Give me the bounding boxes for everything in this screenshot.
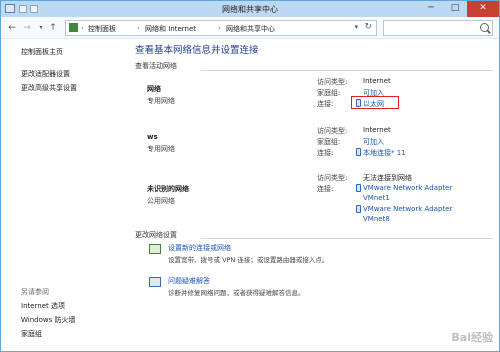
network-adapter-icon <box>356 148 361 156</box>
refresh-icon[interactable]: ↻ <box>364 22 372 32</box>
connection-label: 连接: <box>317 149 334 157</box>
access-type-label: 访问类型: <box>317 127 348 135</box>
watermark: Bai经验 <box>451 331 493 344</box>
see-also-label: 另请参阅 <box>21 288 49 296</box>
change-settings-label: 更改网络设置 <box>135 231 177 239</box>
sidebar-item-advanced-sharing[interactable]: 更改高级共享设置 <box>21 83 77 93</box>
vmnet1-link[interactable]: VMware Network Adapter <box>363 184 452 192</box>
window: 网络和共享中心 ─ □ ✕ ← → ▾ ↑ › 控制面板 › 网络和 Inter… <box>0 0 500 352</box>
active-networks-label: 查看活动网络 <box>135 62 177 70</box>
divider <box>201 70 493 71</box>
recent-locations-button[interactable]: ▾ <box>35 22 47 34</box>
vmnet8-link[interactable]: VMware Network Adapter <box>363 205 452 213</box>
page-title: 查看基本网络信息并设置连接 <box>135 45 259 56</box>
sidebar-item-control-panel-home[interactable]: 控制面板主页 <box>21 47 63 57</box>
troubleshoot-link[interactable]: 问题疑难解答 <box>168 276 210 286</box>
control-panel-icon <box>69 23 78 32</box>
network-type: 专用网络 <box>147 145 175 153</box>
divider <box>201 238 493 239</box>
network-adapter-icon <box>356 184 361 192</box>
network-name: 未识别的网络 <box>147 185 189 193</box>
access-type-label: 访问类型: <box>317 78 348 86</box>
see-also-windows-firewall[interactable]: Windows 防火墙 <box>21 315 75 325</box>
access-type-value: Internet <box>363 77 391 85</box>
setup-connection-link[interactable]: 设置新的连接或网络 <box>168 243 231 253</box>
local-connection-link[interactable]: 本地连接* 11 <box>363 148 406 158</box>
breadcrumb-separator: › <box>218 24 221 32</box>
troubleshoot-description: 诊断并修复网络问题，或者获得疑难解答信息。 <box>168 289 305 297</box>
close-button[interactable]: ✕ <box>467 1 499 17</box>
access-type-label: 访问类型: <box>317 174 348 182</box>
address-toolbar: ← → ▾ ↑ › 控制面板 › 网络和 Internet › 网络和共享中心 … <box>1 17 499 39</box>
access-type-value: Internet <box>363 126 391 134</box>
network-name: 网络 <box>147 85 161 93</box>
breadcrumb-network-internet[interactable]: 网络和 Internet <box>145 24 196 34</box>
up-button[interactable]: ↑ <box>47 22 59 34</box>
troubleshoot-icon <box>149 277 161 287</box>
main-content: 查看基本网络信息并设置连接 查看活动网络 网络 专用网络 访问类型: Inter… <box>121 39 497 351</box>
access-type-value: 无法连接到网络 <box>363 174 412 182</box>
forward-button[interactable]: → <box>21 22 33 34</box>
breadcrumb-sharing-center[interactable]: 网络和共享中心 <box>226 24 275 34</box>
network-name: ws <box>147 133 158 141</box>
homegroup-label: 家庭组: <box>317 89 341 97</box>
connection-label: 连接: <box>317 100 334 108</box>
network-type: 专用网络 <box>147 97 175 105</box>
see-also-internet-options[interactable]: Internet 选项 <box>21 301 65 311</box>
breadcrumb-separator: › <box>81 24 84 32</box>
annotation-highlight-box <box>351 96 399 109</box>
network-type: 公用网络 <box>147 197 175 205</box>
title-bar: 网络和共享中心 ─ □ ✕ <box>1 1 499 17</box>
maximize-button[interactable]: □ <box>443 1 467 17</box>
see-also-homegroup[interactable]: 家庭组 <box>21 329 42 339</box>
new-connection-icon <box>149 244 161 254</box>
address-dropdown-icon[interactable]: ▾ <box>354 23 358 31</box>
sidebar-item-adapter-settings[interactable]: 更改适配器设置 <box>21 69 70 79</box>
vmnet1-link-line2[interactable]: VMnet1 <box>363 194 390 202</box>
breadcrumb-separator: › <box>137 24 140 32</box>
search-icon[interactable] <box>480 23 489 32</box>
sidebar: 控制面板主页 更改适配器设置 更改高级共享设置 另请参阅 Internet 选项… <box>1 39 121 351</box>
homegroup-label: 家庭组: <box>317 138 341 146</box>
connection-label: 连接: <box>317 185 334 193</box>
minimize-button[interactable]: ─ <box>419 1 443 17</box>
vmnet8-link-line2[interactable]: VMnet8 <box>363 215 390 223</box>
back-button[interactable]: ← <box>6 22 18 34</box>
network-adapter-icon <box>356 205 361 213</box>
breadcrumb-control-panel[interactable]: 控制面板 <box>88 24 116 34</box>
homegroup-link[interactable]: 可加入 <box>363 137 384 147</box>
search-input[interactable] <box>383 20 493 36</box>
address-bar[interactable]: › 控制面板 › 网络和 Internet › 网络和共享中心 ▾ ↻ <box>65 20 377 36</box>
setup-connection-description: 设置宽带、拨号或 VPN 连接；或设置路由器或接入点。 <box>168 256 329 264</box>
